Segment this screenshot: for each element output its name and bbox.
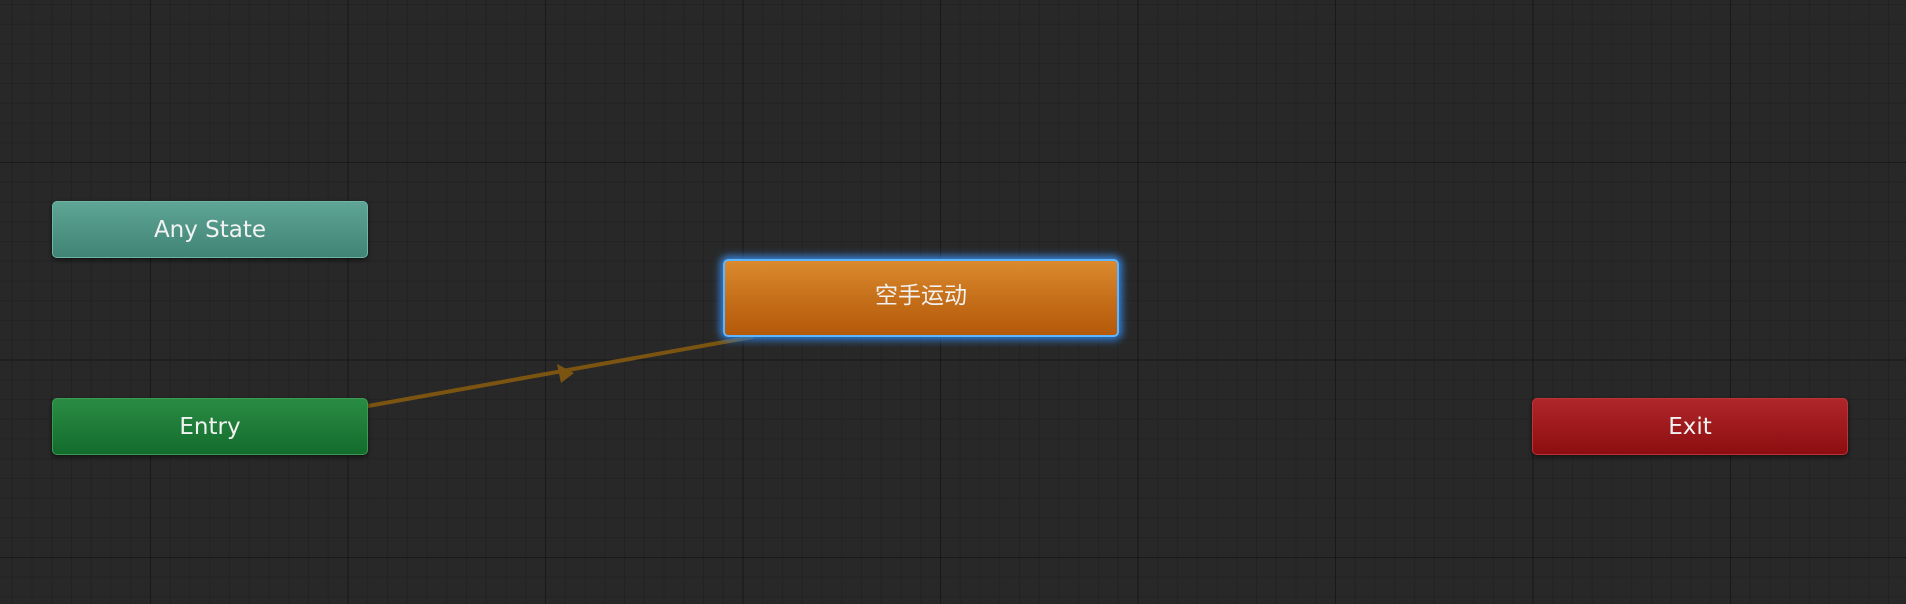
state-label: 空手运动 xyxy=(875,283,967,309)
entry-label: Entry xyxy=(179,413,241,440)
default-state-node[interactable]: 空手运动 xyxy=(723,259,1119,337)
exit-node[interactable]: Exit xyxy=(1532,398,1848,455)
animator-graph-canvas[interactable]: Any State Entry 空手运动 Exit xyxy=(0,0,1906,604)
transition-entry-to-state[interactable] xyxy=(366,335,754,408)
entry-node[interactable]: Entry xyxy=(52,398,368,455)
exit-label: Exit xyxy=(1668,413,1712,440)
transition-arrow-icon xyxy=(557,364,574,383)
any-state-node[interactable]: Any State xyxy=(52,201,368,258)
any-state-label: Any State xyxy=(153,216,267,243)
